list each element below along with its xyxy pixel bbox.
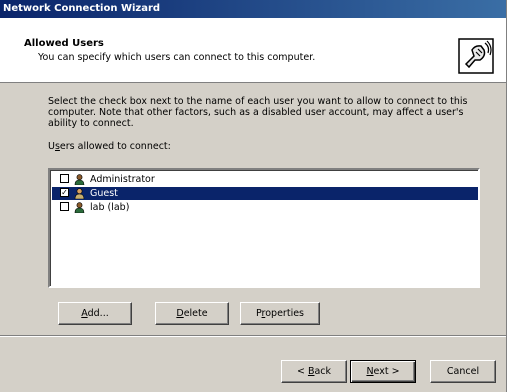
back-button[interactable]: < Back xyxy=(281,360,347,383)
user-icon xyxy=(74,202,85,213)
user-checkbox[interactable] xyxy=(60,202,69,211)
user-name: lab (lab) xyxy=(90,202,130,213)
user-checkbox[interactable] xyxy=(60,174,69,183)
network-wizard-icon xyxy=(458,38,494,74)
user-name: Guest xyxy=(90,188,118,199)
add-button[interactable]: Add... xyxy=(58,302,132,325)
delete-button[interactable]: Delete xyxy=(155,302,229,325)
wizard-window: Network Connection Wizard Allowed Users … xyxy=(0,0,507,392)
users-list-label: Users allowed to connect: xyxy=(48,141,171,152)
title-bar[interactable]: Network Connection Wizard xyxy=(0,0,506,18)
cancel-button[interactable]: Cancel xyxy=(430,360,496,383)
instructions-text: Select the check box next to the name of… xyxy=(48,96,468,129)
header-title: Allowed Users xyxy=(24,38,104,49)
user-row-guest[interactable]: ✓ Guest xyxy=(52,187,478,200)
users-listbox[interactable]: Administrator ✓ Guest lab (lab) xyxy=(48,168,480,288)
user-name: Administrator xyxy=(90,174,155,185)
window-title: Network Connection Wizard xyxy=(3,3,161,14)
user-row-administrator[interactable]: Administrator xyxy=(52,173,478,186)
user-row-lab[interactable]: lab (lab) xyxy=(52,201,478,214)
user-icon xyxy=(74,188,85,199)
header-subtitle: You can specify which users can connect … xyxy=(38,52,316,63)
properties-button[interactable]: Properties xyxy=(240,302,320,325)
user-icon xyxy=(74,174,85,185)
wizard-header: Allowed Users You can specify which user… xyxy=(0,18,506,83)
next-button[interactable]: Next > xyxy=(350,360,416,383)
footer-divider xyxy=(0,335,506,337)
user-checkbox[interactable]: ✓ xyxy=(60,188,69,197)
